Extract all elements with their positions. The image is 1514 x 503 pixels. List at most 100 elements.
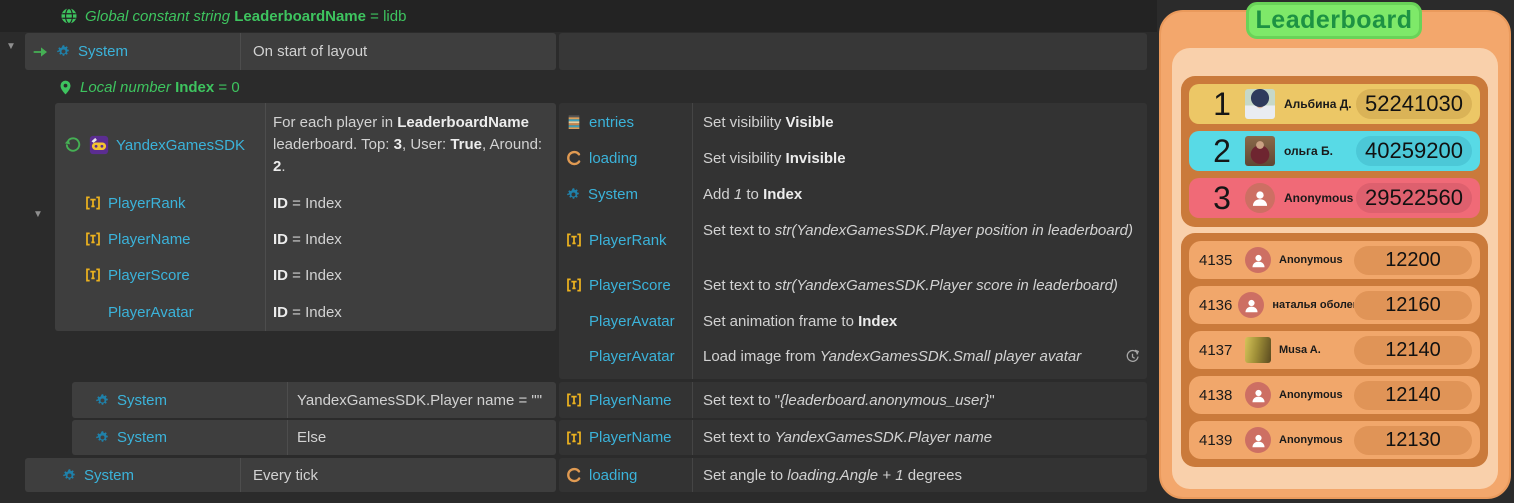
player-name: наталья оболенская [1272,299,1354,311]
leaderboard-preview: Leaderboard 1 Альбина Д. 52241030 2 ольг… [1157,0,1514,503]
action-entries-visible[interactable]: entries [566,111,634,133]
cell-divider [240,33,241,70]
score-pill: 12160 [1354,291,1472,320]
rank-number: 4139 [1199,432,1239,449]
subevent-anonymous-actions[interactable]: PlayerName Set text to "{leaderboard.ano… [559,382,1147,418]
condition-text: YandexGamesSDK.Player name = "" [297,392,542,409]
cell-divider [692,103,693,379]
cell-divider [692,458,693,492]
score-pill: 12130 [1354,426,1472,455]
gear-icon [62,468,77,483]
action-score-settext[interactable]: PlayerScore [566,274,671,296]
avatar [1245,337,1271,363]
loading-arc-icon [566,467,582,483]
event-everytick-conditions[interactable]: System Every tick [25,458,556,492]
player-name: Anonymous [1279,389,1354,401]
anonymous-avatar [1238,292,1264,318]
action-text: Set animation frame to Index [703,313,897,330]
rank-number: 4136 [1199,297,1232,314]
loop-icon [64,136,82,154]
condition-text: On start of layout [253,43,367,60]
object-name: YandexGamesSDK [116,137,245,154]
condition-pick-playername[interactable]: PlayerName [85,228,191,250]
person-icon [1250,252,1267,269]
leaderboard-row-4135: 4135 Anonymous 12200 [1189,241,1480,279]
gamepad-icon [89,135,109,155]
pin-icon [58,79,73,96]
condition-text: Else [297,429,326,446]
local-variable-text: Local number Index = 0 [80,79,240,96]
text-object-icon [566,392,582,408]
player-name: Musa A. [1279,344,1354,356]
cell-divider [287,382,288,418]
loading-arc-icon [566,150,582,166]
action-loading-invisible[interactable]: loading [566,147,637,169]
rank-number: 4138 [1199,387,1239,404]
leaderboard-row-4136: 4136 наталья оболенская 12160 [1189,286,1480,324]
text-object-icon [566,430,582,446]
action-name-real[interactable]: PlayerName [566,420,672,455]
rank-number: 4135 [1199,252,1239,269]
condition-text: ID = Index [273,304,342,321]
action-avatar-frame[interactable]: PlayerAvatar [589,310,675,332]
gear-icon [56,44,71,59]
player-name: Anonymous [1284,191,1356,205]
person-icon [1250,387,1267,404]
text-object-icon [566,232,582,248]
action-text: Add 1 to Index [703,186,802,203]
condition-pick-playerscore[interactable]: PlayerScore [85,264,190,286]
player-name: ольга Б. [1284,144,1356,158]
leaderboard-row-4137: 4137 Musa A. 12140 [1189,331,1480,369]
event-on-start-actions-empty[interactable] [559,33,1147,70]
local-variable-row[interactable]: Local number Index = 0 [58,72,240,102]
action-text: Set angle to loading.Angle + 1 degrees [703,467,962,484]
rank-number: 2 [1205,133,1239,170]
action-text: Set visibility Invisible [703,150,846,167]
rank-number: 4137 [1199,342,1239,359]
nearby-container: 4135 Anonymous 12200 4136 наталья оболен… [1181,233,1488,467]
subevent-anonymous-conditions[interactable]: System YandexGamesSDK.Player name = "" [72,382,556,418]
globe-icon [60,7,78,25]
event-foreach-conditions[interactable]: YandexGamesSDK For each player in Leader… [55,103,556,331]
rank-number: 3 [1205,180,1239,217]
score-pill: 12140 [1354,336,1472,365]
action-loading-angle[interactable]: loading [566,458,637,492]
action-text: Set text to "{leaderboard.anonymous_user… [703,392,995,409]
anonymous-avatar [1245,382,1271,408]
async-clock-icon [1124,347,1141,364]
event-on-start-conditions[interactable]: System On start of layout [25,33,556,70]
collapse-triangle[interactable]: ▼ [33,210,43,220]
subevent-else-actions[interactable]: PlayerName Set text to YandexGamesSDK.Pl… [559,420,1147,455]
condition-pick-playerrank[interactable]: PlayerRank [85,192,186,214]
text-object-icon [85,267,101,283]
anonymous-avatar [1245,247,1271,273]
player-name: Anonymous [1279,434,1354,446]
leaderboard-row-4139: 4139 Anonymous 12130 [1189,421,1480,459]
subevent-else-conditions[interactable]: System Else [72,420,556,455]
player-name: Anonymous [1279,254,1354,266]
condition-pick-playeravatar[interactable]: PlayerAvatar [108,301,194,323]
anonymous-avatar [1245,427,1271,453]
condition-text: ID = Index [273,195,342,212]
condition-text: Every tick [253,467,318,484]
global-variable-row[interactable]: Global constant string LeaderboardName =… [0,0,1157,32]
collapse-triangle[interactable]: ▼ [6,42,16,52]
avatar [1245,136,1275,166]
arrow-icon [33,44,49,60]
action-avatar-load[interactable]: PlayerAvatar [589,345,675,367]
entries-icon [566,114,582,130]
score-pill: 12200 [1354,246,1472,275]
action-rank-settext[interactable]: PlayerRank [566,229,667,251]
event-foreach-actions[interactable]: entries Set visibility Visible loading S… [559,103,1147,379]
condition-text: For each player in LeaderboardName leade… [273,112,545,178]
avatar [1245,89,1275,119]
action-text: Set text to YandexGamesSDK.Player name [703,429,992,446]
event-everytick-actions[interactable]: loading Set angle to loading.Angle + 1 d… [559,458,1147,492]
action-add-index[interactable]: System [566,183,638,205]
gear-icon [566,187,581,202]
leaderboard-row-2: 2 ольга Б. 40259200 [1189,131,1480,171]
action-name-anon[interactable]: PlayerName [566,382,672,418]
player-name: Альбина Д. [1284,97,1356,111]
gear-icon [95,430,110,445]
action-text: Set text to str(YandexGamesSDK.Player po… [703,220,1143,242]
